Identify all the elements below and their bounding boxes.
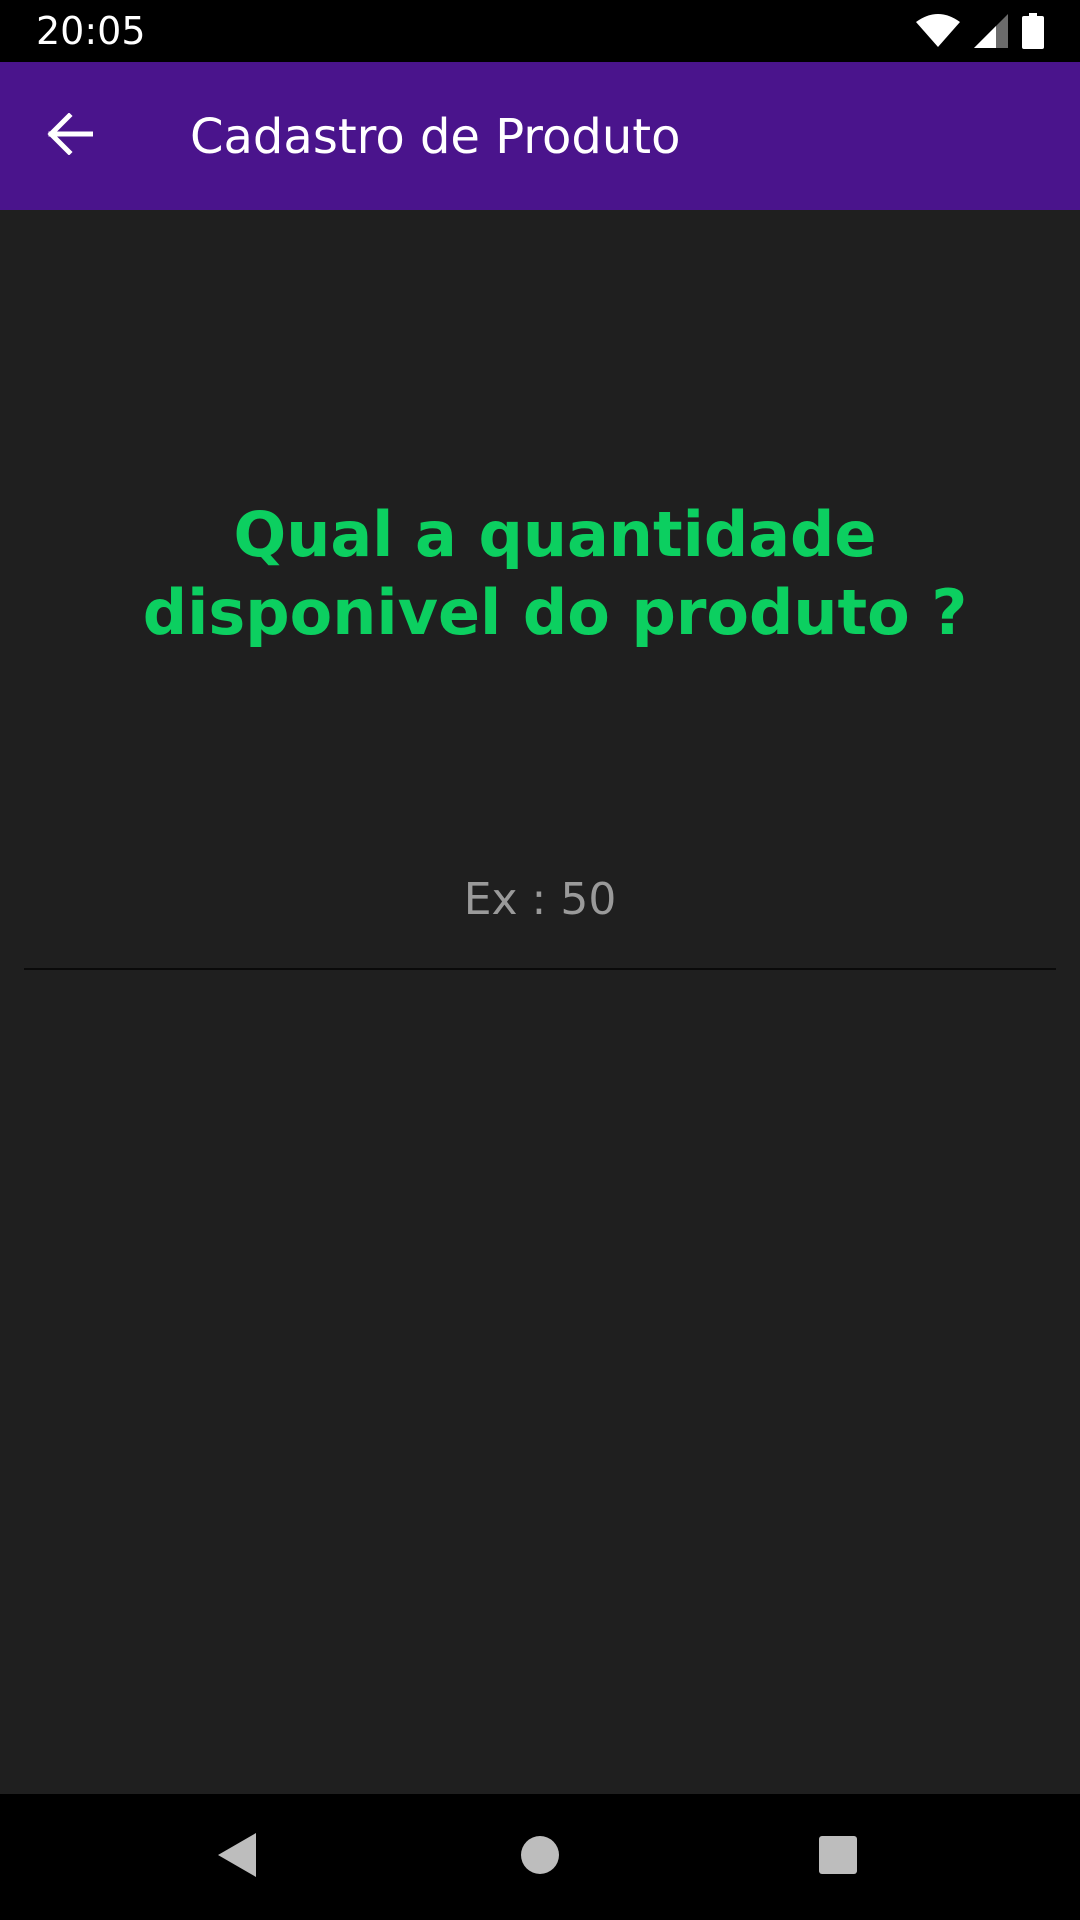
nav-back-button[interactable] [203,1824,273,1890]
battery-icon [1022,13,1044,49]
nav-home-icon [520,1835,560,1879]
nav-back-icon [216,1831,260,1883]
back-button[interactable] [28,102,112,170]
page-title: Cadastro de Produto [190,109,681,165]
wifi-icon [916,14,960,48]
question-text: Qual a quantidade disponivel do produto … [142,498,968,649]
quantity-input[interactable] [24,830,1056,970]
status-bar: 20:05 [0,0,1080,62]
signal-icon [974,14,1008,48]
nav-recents-button[interactable] [803,1824,873,1890]
status-time: 20:05 [36,9,146,53]
nav-home-button[interactable] [505,1824,575,1890]
status-icons [916,12,1044,50]
app-bar: Cadastro de Produto [0,62,1080,210]
nav-recents-icon [818,1835,858,1879]
navigation-bar [0,1794,1080,1920]
screen: 20:05 Cadastro de Produto Qual a quantid… [0,0,1080,1920]
arrow-back-icon [47,112,94,159]
